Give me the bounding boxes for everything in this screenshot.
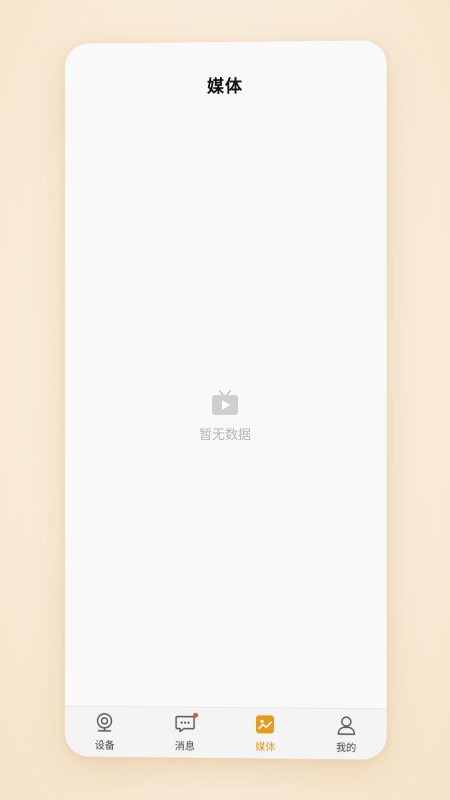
message-icon [174,712,198,735]
tv-play-icon [65,389,387,416]
empty-state-text: 暂无数据 [199,427,252,444]
tab-media[interactable]: 媒体 [225,708,306,759]
bottom-tab-bar: 设备 消息 媒体 我的 [64,705,387,760]
user-icon [335,714,357,736]
tab-media-label: 媒体 [255,742,276,754]
tab-messages[interactable]: 消息 [145,707,225,758]
media-icon [254,713,276,735]
page-title: 媒体 [207,76,243,98]
tab-profile[interactable]: 我的 [306,709,387,760]
camera-icon [94,712,116,734]
empty-state: 暂无数据 [65,389,387,444]
tab-device-label: 设备 [94,740,115,752]
unread-badge-dot [192,712,198,718]
tab-messages-label: 消息 [174,741,195,753]
phone-screen: 媒体 暂无数据 设备 消息 媒体 我的 [64,40,387,760]
tab-profile-label: 我的 [336,743,357,755]
tab-device[interactable]: 设备 [65,707,145,758]
